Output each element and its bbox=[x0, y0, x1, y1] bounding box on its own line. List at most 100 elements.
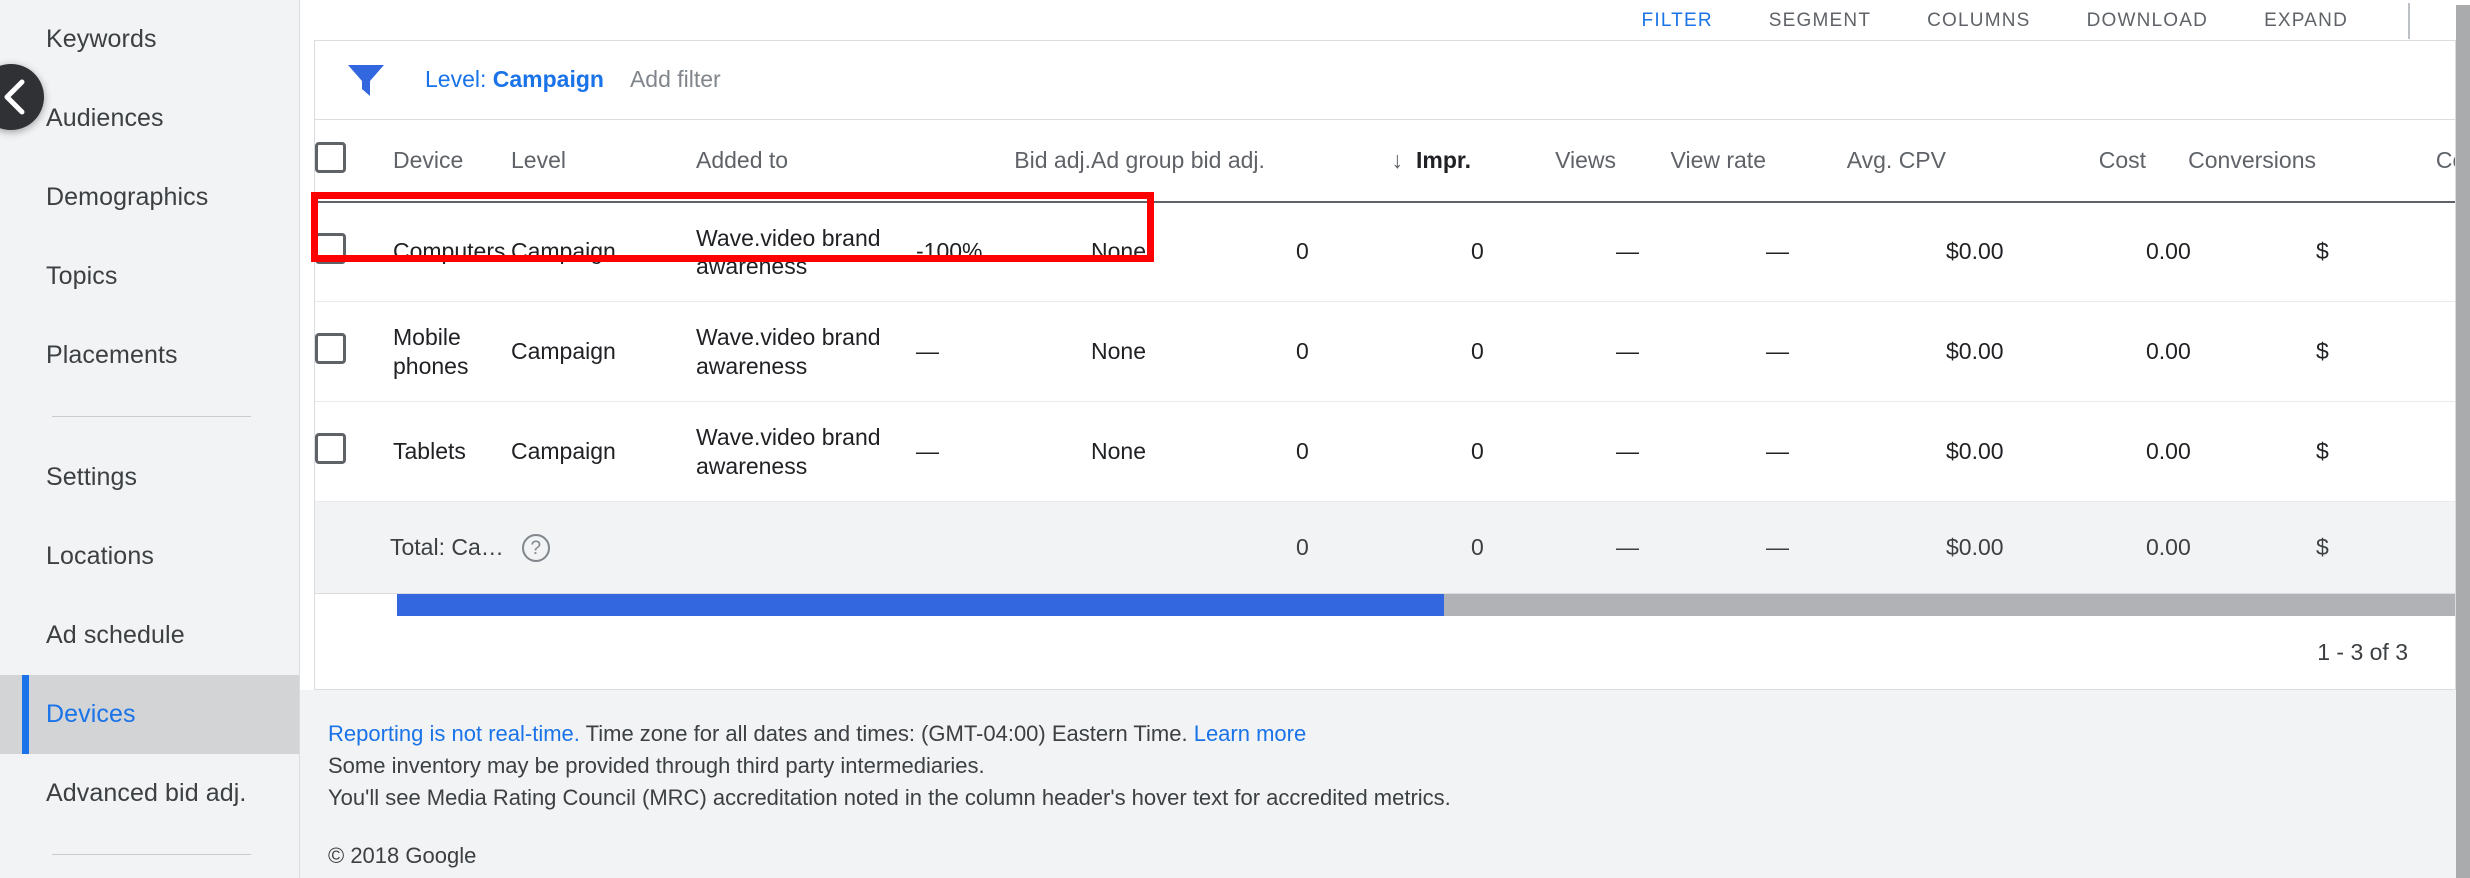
sidebar-item-label: Advanced bid adj. bbox=[46, 779, 247, 807]
table-toolbar: FILTER SEGMENT COLUMNS DOWNLOAD EXPAND bbox=[300, 0, 2470, 40]
cell-conversions: 0.00 bbox=[2146, 338, 2191, 364]
table-totals-row: Total: Ca… ? 0 0 — — $0.00 0.00 $ bbox=[315, 501, 2455, 594]
horizontal-scrollbar[interactable] bbox=[315, 594, 2455, 616]
toolbar-separator bbox=[2408, 3, 2410, 39]
cell-impr: 0 bbox=[1296, 338, 1309, 364]
cell-view-rate: — bbox=[1616, 338, 1639, 364]
cell-cost-per-conversion: $ bbox=[2316, 338, 2329, 364]
devices-table-card: Level: Campaign Add filter Device Level … bbox=[314, 40, 2456, 690]
totals-cost: $0.00 bbox=[1946, 534, 2004, 560]
filter-funnel-icon[interactable] bbox=[343, 62, 389, 98]
totals-impr: 0 bbox=[1296, 534, 1309, 560]
filter-bar: Level: Campaign Add filter bbox=[315, 41, 2455, 119]
footer-copyright: © 2018 Google bbox=[328, 842, 477, 868]
cell-added-to: Wave.video brand awareness bbox=[696, 224, 881, 279]
sidebar-item-label: Topics bbox=[46, 262, 118, 290]
row-checkbox[interactable] bbox=[315, 433, 346, 464]
cell-conversions: 0.00 bbox=[2146, 438, 2191, 464]
row-select-cell bbox=[315, 402, 393, 502]
cell-added-to: Wave.video brand awareness bbox=[696, 424, 881, 479]
cell-views: 0 bbox=[1471, 338, 1484, 364]
sidebar-item-placements[interactable]: Placements bbox=[0, 316, 299, 395]
page-scrollbar-gutter[interactable] bbox=[2456, 0, 2470, 878]
segment-button[interactable]: SEGMENT bbox=[1741, 2, 1899, 40]
row-select-cell bbox=[315, 202, 393, 302]
cell-bid-adj[interactable]: — bbox=[916, 402, 1091, 502]
sidebar-divider-bottom bbox=[52, 854, 251, 855]
select-all-cell bbox=[315, 120, 393, 202]
reporting-not-realtime-link[interactable]: Reporting is not real-time. bbox=[328, 721, 580, 746]
table-row[interactable]: Computers Campaign Wave.video brand awar… bbox=[315, 202, 2455, 302]
row-checkbox[interactable] bbox=[315, 333, 346, 364]
column-header-bid-adj[interactable]: Bid adj. bbox=[916, 120, 1091, 202]
cell-views: 0 bbox=[1471, 438, 1484, 464]
column-header-cost[interactable]: Cost bbox=[1946, 120, 2146, 202]
sidebar-item-ad-schedule[interactable]: Ad schedule bbox=[0, 596, 299, 675]
scrollbar-gutter-cap bbox=[2456, 0, 2470, 5]
cell-cost: $0.00 bbox=[1946, 338, 2004, 364]
ads-devices-page: Keywords Audiences Demographics Topics P… bbox=[0, 0, 2470, 878]
cell-view-rate: — bbox=[1616, 438, 1639, 464]
totals-label: Total: Ca… bbox=[390, 534, 504, 560]
scrollbar-thumb[interactable] bbox=[397, 594, 1444, 616]
expand-button[interactable]: EXPAND bbox=[2236, 2, 2376, 40]
learn-more-link[interactable]: Learn more bbox=[1194, 721, 1307, 746]
help-circle-icon[interactable]: ? bbox=[521, 533, 550, 562]
column-header-level[interactable]: Level bbox=[511, 120, 696, 202]
page-footer: Reporting is not real-time. Time zone fo… bbox=[300, 690, 2470, 878]
cell-level: Campaign bbox=[511, 338, 616, 364]
totals-spacer-agbid bbox=[1091, 502, 1296, 594]
sidebar-item-keywords[interactable]: Keywords bbox=[0, 0, 299, 79]
select-all-checkbox[interactable] bbox=[315, 141, 346, 173]
column-header-impr[interactable]: ↓ Impr. bbox=[1296, 120, 1471, 202]
row-checkbox[interactable] bbox=[315, 233, 346, 265]
cell-device: Tablets bbox=[393, 438, 466, 464]
cell-device: Computers bbox=[393, 238, 506, 265]
sidebar-item-topics[interactable]: Topics bbox=[0, 237, 299, 316]
sidebar-item-label: Devices bbox=[46, 700, 136, 728]
cell-ad-group-bid-adj: None bbox=[1091, 238, 1146, 265]
table-row[interactable]: Tablets Campaign Wave.video brand awaren… bbox=[315, 402, 2455, 502]
column-header-cost-per-conversion[interactable]: Cost / bbox=[2316, 120, 2455, 202]
column-header-avg-cpv[interactable]: Avg. CPV bbox=[1766, 120, 1946, 202]
cell-cost-per-conversion: $ bbox=[2316, 238, 2329, 265]
column-header-view-rate[interactable]: View rate bbox=[1616, 120, 1766, 202]
cell-bid-adj[interactable]: — bbox=[916, 302, 1091, 402]
sidebar-item-locations[interactable]: Locations bbox=[0, 517, 299, 596]
level-filter-prefix: Level: bbox=[425, 66, 493, 92]
sidebar-divider bbox=[52, 416, 251, 417]
column-header-ad-group-bid-adj[interactable]: Ad group bid adj. bbox=[1091, 120, 1296, 202]
pagination-range: 1 - 3 of 3 bbox=[2317, 639, 2408, 665]
row-select-cell bbox=[315, 302, 393, 402]
left-sidebar: Keywords Audiences Demographics Topics P… bbox=[0, 0, 300, 878]
column-header-added-to[interactable]: Added to bbox=[696, 120, 916, 202]
sidebar-item-audiences[interactable]: Audiences bbox=[0, 79, 299, 158]
sidebar-item-label: Placements bbox=[46, 341, 178, 369]
filter-button[interactable]: FILTER bbox=[1614, 2, 1741, 40]
cell-ad-group-bid-adj: None bbox=[1091, 438, 1146, 464]
sidebar-item-devices[interactable]: Devices bbox=[0, 675, 299, 754]
main-content: FILTER SEGMENT COLUMNS DOWNLOAD EXPAND L… bbox=[300, 0, 2470, 878]
columns-button[interactable]: COLUMNS bbox=[1899, 2, 2058, 40]
pagination-bar: 1 - 3 of 3 bbox=[315, 616, 2455, 690]
totals-views: 0 bbox=[1471, 534, 1484, 560]
sidebar-item-label: Keywords bbox=[46, 25, 157, 53]
totals-spacer-bid bbox=[916, 502, 1091, 594]
cell-bid-adj[interactable]: -100% bbox=[916, 202, 1091, 302]
download-button[interactable]: DOWNLOAD bbox=[2059, 2, 2237, 40]
sidebar-item-settings[interactable]: Settings bbox=[0, 438, 299, 517]
cell-impr: 0 bbox=[1296, 438, 1309, 464]
column-header-views[interactable]: Views bbox=[1471, 120, 1616, 202]
level-filter-value: Campaign bbox=[492, 66, 604, 92]
cell-cost-per-conversion: $ bbox=[2316, 438, 2329, 464]
sidebar-item-demographics[interactable]: Demographics bbox=[0, 158, 299, 237]
sidebar-item-advanced-bid-adj[interactable]: Advanced bid adj. bbox=[0, 754, 299, 833]
cell-cost: $0.00 bbox=[1946, 438, 2004, 464]
column-header-conversions[interactable]: Conversions bbox=[2146, 120, 2316, 202]
cell-avg-cpv: — bbox=[1766, 238, 1789, 265]
level-filter-chip[interactable]: Level: Campaign bbox=[425, 66, 604, 93]
table-row[interactable]: Mobile phones Campaign Wave.video brand … bbox=[315, 302, 2455, 402]
column-header-device[interactable]: Device bbox=[393, 120, 511, 202]
add-filter-button[interactable]: Add filter bbox=[630, 66, 721, 93]
sidebar-item-label: Demographics bbox=[46, 183, 209, 211]
